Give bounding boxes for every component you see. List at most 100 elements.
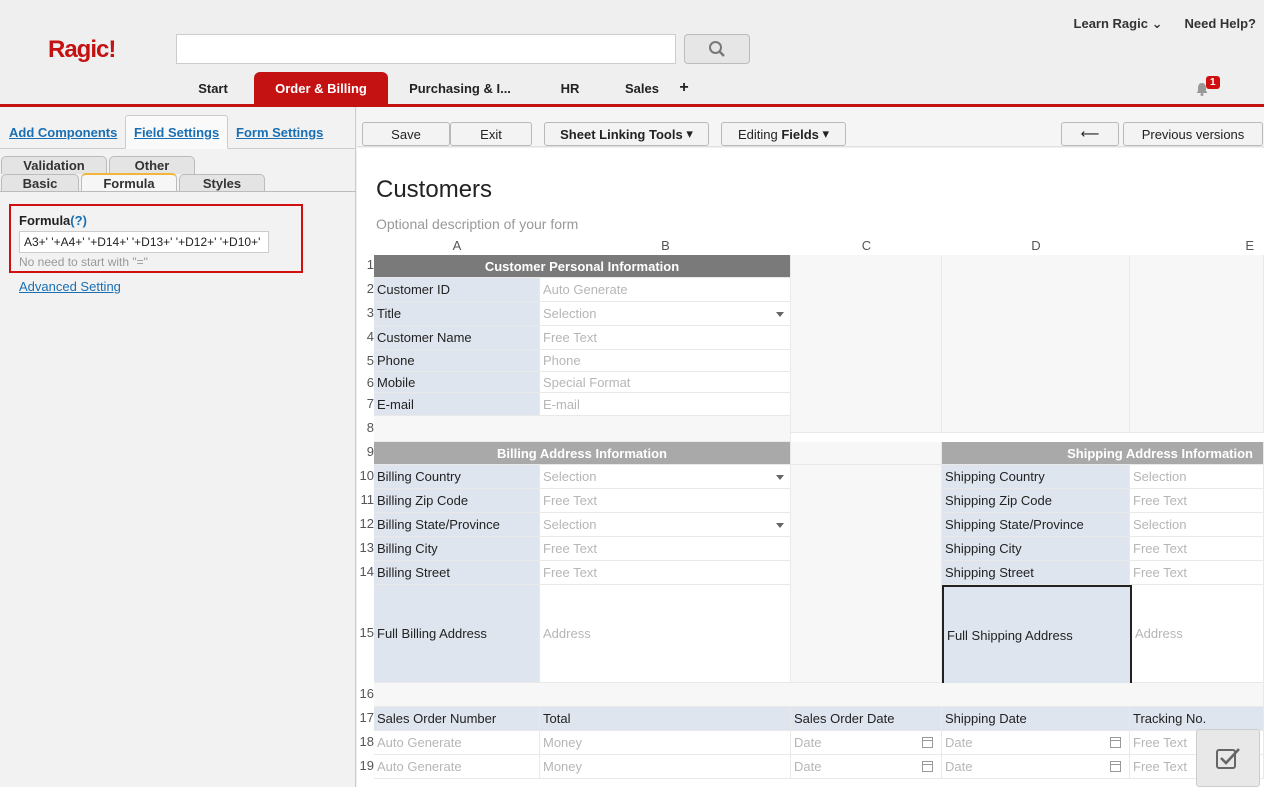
field-select[interactable]: Selection xyxy=(540,302,791,326)
date-field[interactable]: Date xyxy=(791,731,942,755)
form-title[interactable]: Customers xyxy=(376,176,492,204)
field-input[interactable]: Free Text xyxy=(540,561,791,585)
empty-cell[interactable] xyxy=(1130,255,1264,433)
tab-sales[interactable]: Sales xyxy=(608,72,676,104)
calendar-icon[interactable] xyxy=(922,760,933,772)
add-tab-button[interactable]: + xyxy=(676,72,692,104)
empty-cell[interactable] xyxy=(791,255,942,433)
field-label[interactable]: Phone xyxy=(374,350,540,372)
field-label[interactable]: Full Billing Address xyxy=(374,585,540,683)
sheet-linking-tools-button[interactable]: Sheet Linking Tools ▾ xyxy=(544,122,709,146)
field-label[interactable]: Billing Street xyxy=(374,561,540,585)
subtable-header[interactable]: Total xyxy=(540,707,791,731)
back-arrow-button[interactable]: ⟵ xyxy=(1061,122,1119,146)
exit-button[interactable]: Exit xyxy=(450,122,532,146)
tab-purchasing[interactable]: Purchasing & I... xyxy=(388,72,532,104)
subtab-basic[interactable]: Basic xyxy=(1,174,79,192)
form-description[interactable]: Optional description of your form xyxy=(376,216,578,232)
date-field[interactable]: Date xyxy=(791,755,942,779)
field-select[interactable]: Selection xyxy=(1130,513,1264,537)
learn-ragic-menu[interactable]: Learn Ragic ⌄ xyxy=(1074,16,1163,32)
field-label[interactable]: Shipping Street xyxy=(942,561,1130,585)
tab-hr[interactable]: HR xyxy=(532,72,608,104)
field-input[interactable]: Free Text xyxy=(1130,537,1264,561)
field-input[interactable]: Free Text xyxy=(1130,489,1264,513)
field-select[interactable]: Selection xyxy=(540,513,791,537)
section-header-shipping[interactable]: Shipping Address Information xyxy=(942,442,1264,465)
empty-cell[interactable] xyxy=(791,465,942,683)
subtable-header[interactable]: Sales Order Date xyxy=(791,707,942,731)
calendar-icon[interactable] xyxy=(922,736,933,748)
tab-start[interactable]: Start xyxy=(180,72,246,104)
empty-cell[interactable] xyxy=(374,683,1264,707)
field-input[interactable]: Free Text xyxy=(1130,561,1264,585)
subtab-formula[interactable]: Formula xyxy=(81,173,177,192)
ragic-logo[interactable]: Ragic! xyxy=(48,36,116,64)
field-label[interactable]: Customer ID xyxy=(374,278,540,302)
field-input[interactable]: Free Text xyxy=(540,537,791,561)
field-label[interactable]: Shipping State/Province xyxy=(942,513,1130,537)
field-label-selected[interactable]: Full Shipping Address xyxy=(942,585,1132,685)
tab-field-settings[interactable]: Field Settings xyxy=(125,115,229,149)
chevron-down-icon: ⌄ xyxy=(1151,16,1163,31)
field-input[interactable]: Auto Generate xyxy=(374,755,540,779)
field-input[interactable]: Phone xyxy=(540,350,791,372)
need-help-link[interactable]: Need Help? xyxy=(1184,16,1256,32)
tab-add-components[interactable]: Add Components xyxy=(1,115,125,149)
field-label[interactable]: Customer Name xyxy=(374,326,540,350)
field-input[interactable]: E-mail xyxy=(540,393,791,416)
previous-versions-button[interactable]: Previous versions xyxy=(1123,122,1263,146)
formula-help-link[interactable]: (?) xyxy=(70,213,87,228)
subtab-styles[interactable]: Styles xyxy=(179,174,265,192)
section-header-customer[interactable]: Customer Personal Information xyxy=(374,255,791,278)
search-input[interactable] xyxy=(176,34,676,64)
field-input[interactable]: Auto Generate xyxy=(540,278,791,302)
subtable-header[interactable]: Tracking No. xyxy=(1130,707,1264,731)
field-label[interactable]: E-mail xyxy=(374,393,540,416)
field-label[interactable]: Billing Country xyxy=(374,465,540,489)
row-number: 9 xyxy=(366,444,374,459)
field-label[interactable]: Billing Zip Code xyxy=(374,489,540,513)
search-button[interactable] xyxy=(684,34,750,64)
field-input[interactable]: Special Format xyxy=(540,372,791,393)
field-label[interactable]: Shipping Country xyxy=(942,465,1130,489)
section-header-billing[interactable]: Billing Address Information xyxy=(374,442,791,465)
field-label[interactable]: Billing City xyxy=(374,537,540,561)
tab-form-settings[interactable]: Form Settings xyxy=(228,115,331,149)
field-input[interactable]: Money xyxy=(540,755,791,779)
date-field[interactable]: Date xyxy=(942,731,1130,755)
calendar-icon[interactable] xyxy=(1110,760,1121,772)
column-head: E xyxy=(1245,238,1254,253)
field-label[interactable]: Title xyxy=(374,302,540,326)
field-input[interactable]: Free Text xyxy=(540,489,791,513)
formula-input[interactable]: A3+' '+A4+' '+D14+' '+D13+' '+D12+' '+D1… xyxy=(19,231,269,253)
field-input[interactable]: Money xyxy=(540,731,791,755)
field-input[interactable]: Free Text xyxy=(540,326,791,350)
date-field[interactable]: Date xyxy=(942,755,1130,779)
row-number: 1 xyxy=(366,257,374,272)
empty-cell[interactable] xyxy=(374,416,791,442)
row-number: 16 xyxy=(359,686,374,701)
field-label[interactable]: Shipping Zip Code xyxy=(942,489,1130,513)
empty-cell[interactable] xyxy=(791,442,942,465)
field-input[interactable]: Address xyxy=(540,585,791,683)
field-select[interactable]: Selection xyxy=(1130,465,1264,489)
field-input[interactable]: Auto Generate xyxy=(374,731,540,755)
row-number: 2 xyxy=(366,281,374,296)
empty-cell[interactable] xyxy=(942,255,1130,433)
subtab-validation[interactable]: Validation xyxy=(1,156,107,174)
subtable-header[interactable]: Shipping Date xyxy=(942,707,1130,731)
field-label[interactable]: Billing State/Province xyxy=(374,513,540,537)
checklist-button[interactable] xyxy=(1196,729,1260,787)
advanced-setting-link[interactable]: Advanced Setting xyxy=(19,279,121,294)
field-label[interactable]: Shipping City xyxy=(942,537,1130,561)
field-label[interactable]: Mobile xyxy=(374,372,540,393)
tab-order-billing[interactable]: Order & Billing xyxy=(254,72,388,104)
save-button[interactable]: Save xyxy=(362,122,450,146)
editing-fields-button[interactable]: Editing Fields ▾ xyxy=(721,122,846,146)
calendar-icon[interactable] xyxy=(1110,736,1121,748)
subtab-other[interactable]: Other xyxy=(109,156,195,174)
field-input[interactable]: Address xyxy=(1132,585,1264,683)
field-select[interactable]: Selection xyxy=(540,465,791,489)
subtable-header[interactable]: Sales Order Number xyxy=(374,707,540,731)
